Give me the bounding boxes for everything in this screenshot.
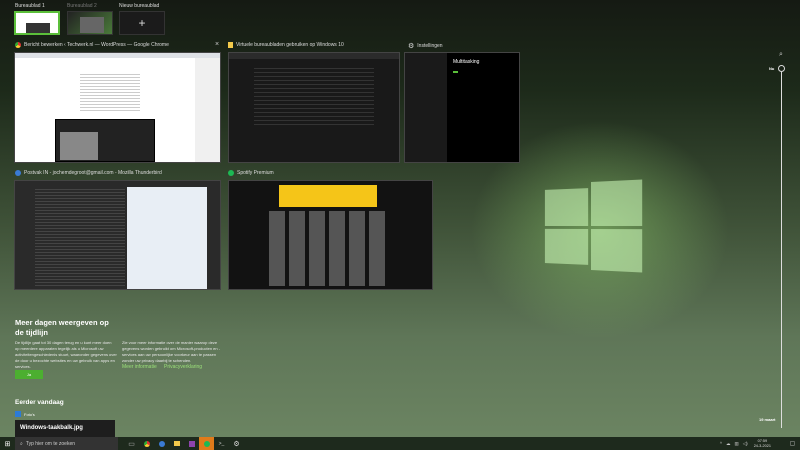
scrollbar-top-label: Nu [769,66,775,71]
window-title-text: Spotify Premium [237,170,274,176]
desktop-2-thumbnail[interactable] [67,11,113,35]
taskbar-explorer[interactable] [169,437,184,450]
window-title-chrome: Bericht bewerken ‹ Techwerk.nl — WordPre… [15,42,169,48]
window-thunderbird-thumbnail[interactable] [14,180,221,290]
onenote-icon [188,440,195,447]
taskbar-settings[interactable]: ⚙ [229,437,244,450]
network-icon[interactable]: ▥ [734,441,738,447]
new-desktop-label: Nieuw bureaublad [119,3,160,9]
start-button[interactable]: ⊞ [0,437,15,450]
window-settings-thumbnail[interactable]: Multitasking [404,52,520,163]
folder-icon [228,42,233,48]
search-box[interactable]: ⌕ Typ hier om te zoeken [15,437,118,450]
task-view-button[interactable]: ▭ [124,437,139,450]
scrollbar-thumb[interactable] [778,65,785,72]
onedrive-icon[interactable]: ☁ [726,441,731,447]
window-title-text: Instellingen [417,43,443,49]
terminal-icon: >_ [218,440,225,447]
window-title-settings: ⚙ Instellingen [408,42,443,50]
desktop-1-thumbnail[interactable] [14,11,60,35]
windows-logo-wallpaper [544,179,643,273]
search-placeholder: Typ hier om te zoeken [25,440,76,447]
app-name: Foto's [24,411,35,417]
window-title-thunderbird: Postvak IN - jochemdegroot@gmail.com - M… [15,170,162,176]
gear-icon: ⚙ [408,43,415,50]
window-title-text: Postvak IN - jochemdegroot@gmail.com - M… [24,170,162,176]
section-heading: Eerder vandaag [15,399,64,406]
timeline-body-right: Zie voor meer informatie over de manier … [122,340,221,363]
scrollbar-bottom-label: 19 maart [759,417,776,422]
plus-icon: + [138,16,146,30]
window-title-explorer: Virtuele bureaubladen gebruiken op Windo… [228,42,344,48]
window-title-text: Bericht bewerken ‹ Techwerk.nl — WordPre… [24,42,169,48]
taskbar-onenote[interactable] [184,437,199,450]
timeline-body-left: De tijdlijn gaat tot 30 dagen terug en u… [15,340,117,369]
taskbar-spotify[interactable] [199,437,214,450]
desktop-2-label: Bureaublad 2 [67,3,97,9]
photos-app-label: Foto's [15,411,35,417]
window-spotify-thumbnail[interactable] [228,180,433,290]
volume-icon[interactable]: ◁) [743,441,748,447]
desktop-1-label: Bureaublad 1 [15,3,45,9]
activity-card[interactable]: Windows-taakbalk.jpg [15,420,115,437]
window-chrome-thumbnail[interactable] [14,52,221,163]
gear-icon: ⚙ [233,440,240,448]
window-title-spotify: Spotify Premium [228,170,274,176]
taskbar-thunderbird[interactable] [154,437,169,450]
thunderbird-icon [15,170,21,176]
chrome-icon [15,42,21,48]
search-timeline-icon[interactable]: ⌕ [779,51,783,59]
more-info-link[interactable]: Meer informatie [122,364,157,370]
chevron-up-icon[interactable]: ^ [720,441,722,446]
close-window-icon[interactable]: × [215,41,219,48]
clock-date: 24-3-2021 [753,443,771,448]
timeline-scrollbar[interactable] [781,72,782,428]
taskbar: ⊞ ⌕ Typ hier om te zoeken ▭ >_ ⚙ ^ ☁ ▥ ◁) 07… [0,437,800,450]
taskbar-chrome[interactable] [139,437,154,450]
thunderbird-icon [158,440,165,447]
photos-icon [15,411,21,417]
action-center-icon[interactable]: ▢ [785,437,800,450]
privacy-link[interactable]: Privacyverklaring [164,364,202,370]
timeline-heading: Meer dagen weergeven op de tijdlijn [15,318,109,337]
taskbar-terminal[interactable]: >_ [214,437,229,450]
system-tray: ^ ☁ ▥ ◁) [720,441,748,447]
new-desktop-button[interactable]: + [119,11,165,35]
window-explorer-thumbnail[interactable] [228,52,400,163]
search-icon: ⌕ [20,440,23,447]
yes-button[interactable]: Ja [15,370,43,379]
spotify-icon [228,170,234,176]
spotify-icon [203,440,210,447]
chrome-icon [143,440,150,447]
folder-icon [173,441,180,446]
settings-page-heading: Multitasking [453,59,480,65]
window-title-text: Virtuele bureaubladen gebruiken op Windo… [236,42,344,48]
clock[interactable]: 07:59 24-3-2021 [754,439,771,449]
